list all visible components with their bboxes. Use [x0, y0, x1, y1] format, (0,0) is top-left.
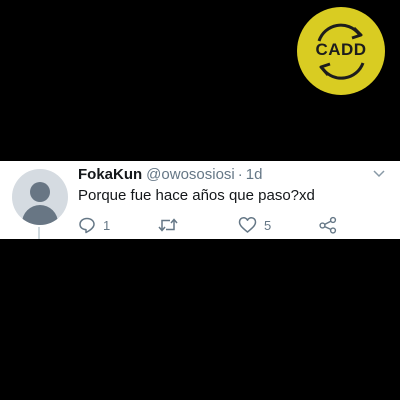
user-handle[interactable]: @owososiosi — [146, 166, 235, 183]
separator-dot: · — [237, 166, 243, 183]
page: CADD FokaKun @owososiosi · 1d Porque fue ha… — [0, 0, 400, 400]
retweet-button[interactable] — [158, 215, 185, 235]
retweet-icon — [158, 218, 178, 232]
like-count: 5 — [264, 217, 272, 233]
reply-count: 1 — [103, 217, 111, 233]
logo-text: CADD — [315, 40, 367, 59]
tweet-header: FokaKun @owososiosi · 1d — [78, 166, 262, 184]
share-icon — [319, 216, 337, 234]
avatar-head — [30, 182, 50, 202]
chevron-down-icon[interactable] — [372, 169, 386, 179]
like-button[interactable]: 5 — [238, 215, 271, 235]
reply-button[interactable]: 1 — [78, 215, 110, 235]
like-icon — [238, 217, 257, 233]
share-button[interactable] — [318, 215, 338, 235]
avatar[interactable] — [12, 169, 68, 225]
tweet-time[interactable]: 1d — [246, 166, 263, 183]
thread-line — [38, 227, 40, 239]
reply-icon — [79, 217, 95, 234]
display-name[interactable]: FokaKun — [78, 166, 142, 183]
tweet-card[interactable]: FokaKun @owososiosi · 1d Porque fue hace añ… — [0, 161, 400, 239]
avatar-body — [22, 205, 58, 225]
tweet-actions: 1 5 — [78, 215, 378, 235]
tweet-text: Porque fue hace años que paso?xd — [78, 187, 315, 204]
cadd-logo: CADD — [297, 7, 385, 95]
